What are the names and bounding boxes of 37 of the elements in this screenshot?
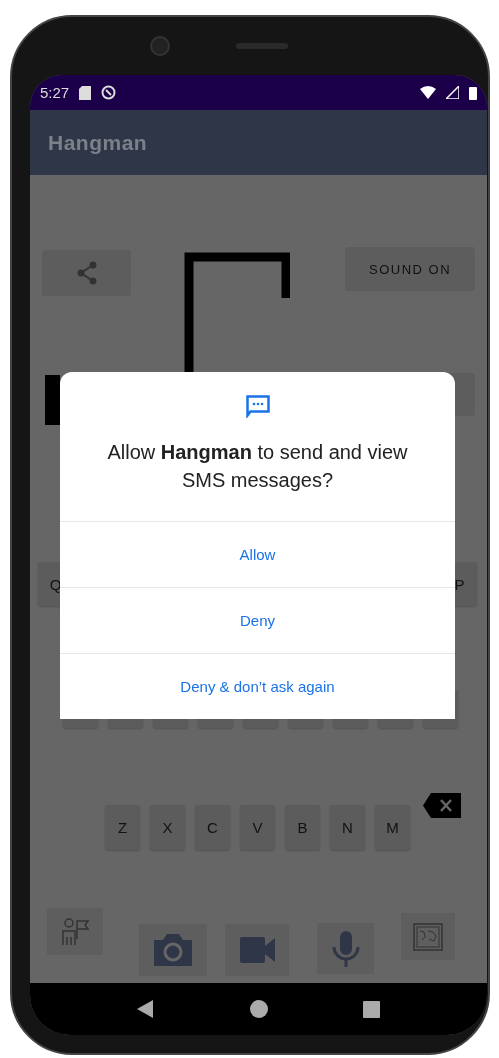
message-icon — [245, 395, 270, 418]
circle-icon — [101, 85, 117, 100]
battery-icon — [469, 85, 477, 100]
letter-key[interactable]: Z — [105, 805, 140, 850]
gallows-base — [45, 375, 60, 425]
map-button[interactable] — [401, 913, 455, 960]
backspace-key[interactable] — [423, 793, 461, 818]
letter-key[interactable]: N — [330, 805, 365, 850]
back-icon[interactable] — [137, 1000, 156, 1018]
letter-key[interactable]: X — [150, 805, 185, 850]
deny-dont-ask-button[interactable]: Deny & don’t ask again — [60, 653, 455, 719]
person-flag-icon — [60, 916, 90, 947]
video-camera-icon — [239, 937, 275, 963]
microphone-button[interactable] — [317, 923, 374, 974]
status-time: 5:27 — [40, 84, 70, 101]
home-icon[interactable] — [250, 1000, 268, 1018]
camera-lens — [150, 36, 170, 56]
share-icon — [75, 261, 98, 285]
camera-button[interactable] — [139, 924, 207, 976]
share-button[interactable] — [42, 250, 131, 296]
microphone-icon — [331, 930, 360, 967]
app-title: Hangman — [48, 130, 148, 155]
letter-key[interactable]: B — [285, 805, 320, 850]
hint-button[interactable] — [47, 908, 103, 955]
camera-icon — [154, 934, 192, 966]
world-map-icon — [413, 922, 443, 951]
letter-key[interactable]: V — [240, 805, 275, 850]
sd-card-icon — [79, 85, 92, 100]
sound-toggle-button[interactable]: SOUND ON — [345, 247, 475, 291]
signal-icon — [446, 86, 459, 99]
letter-key[interactable]: M — [375, 805, 410, 850]
recents-icon[interactable] — [362, 1000, 380, 1018]
letter-key[interactable]: C — [195, 805, 230, 850]
permission-message: Allow Hangman to send and view SMS messages? — [106, 440, 409, 493]
backspace-icon — [423, 793, 461, 818]
wifi-icon — [420, 86, 436, 99]
video-button[interactable] — [225, 924, 289, 976]
